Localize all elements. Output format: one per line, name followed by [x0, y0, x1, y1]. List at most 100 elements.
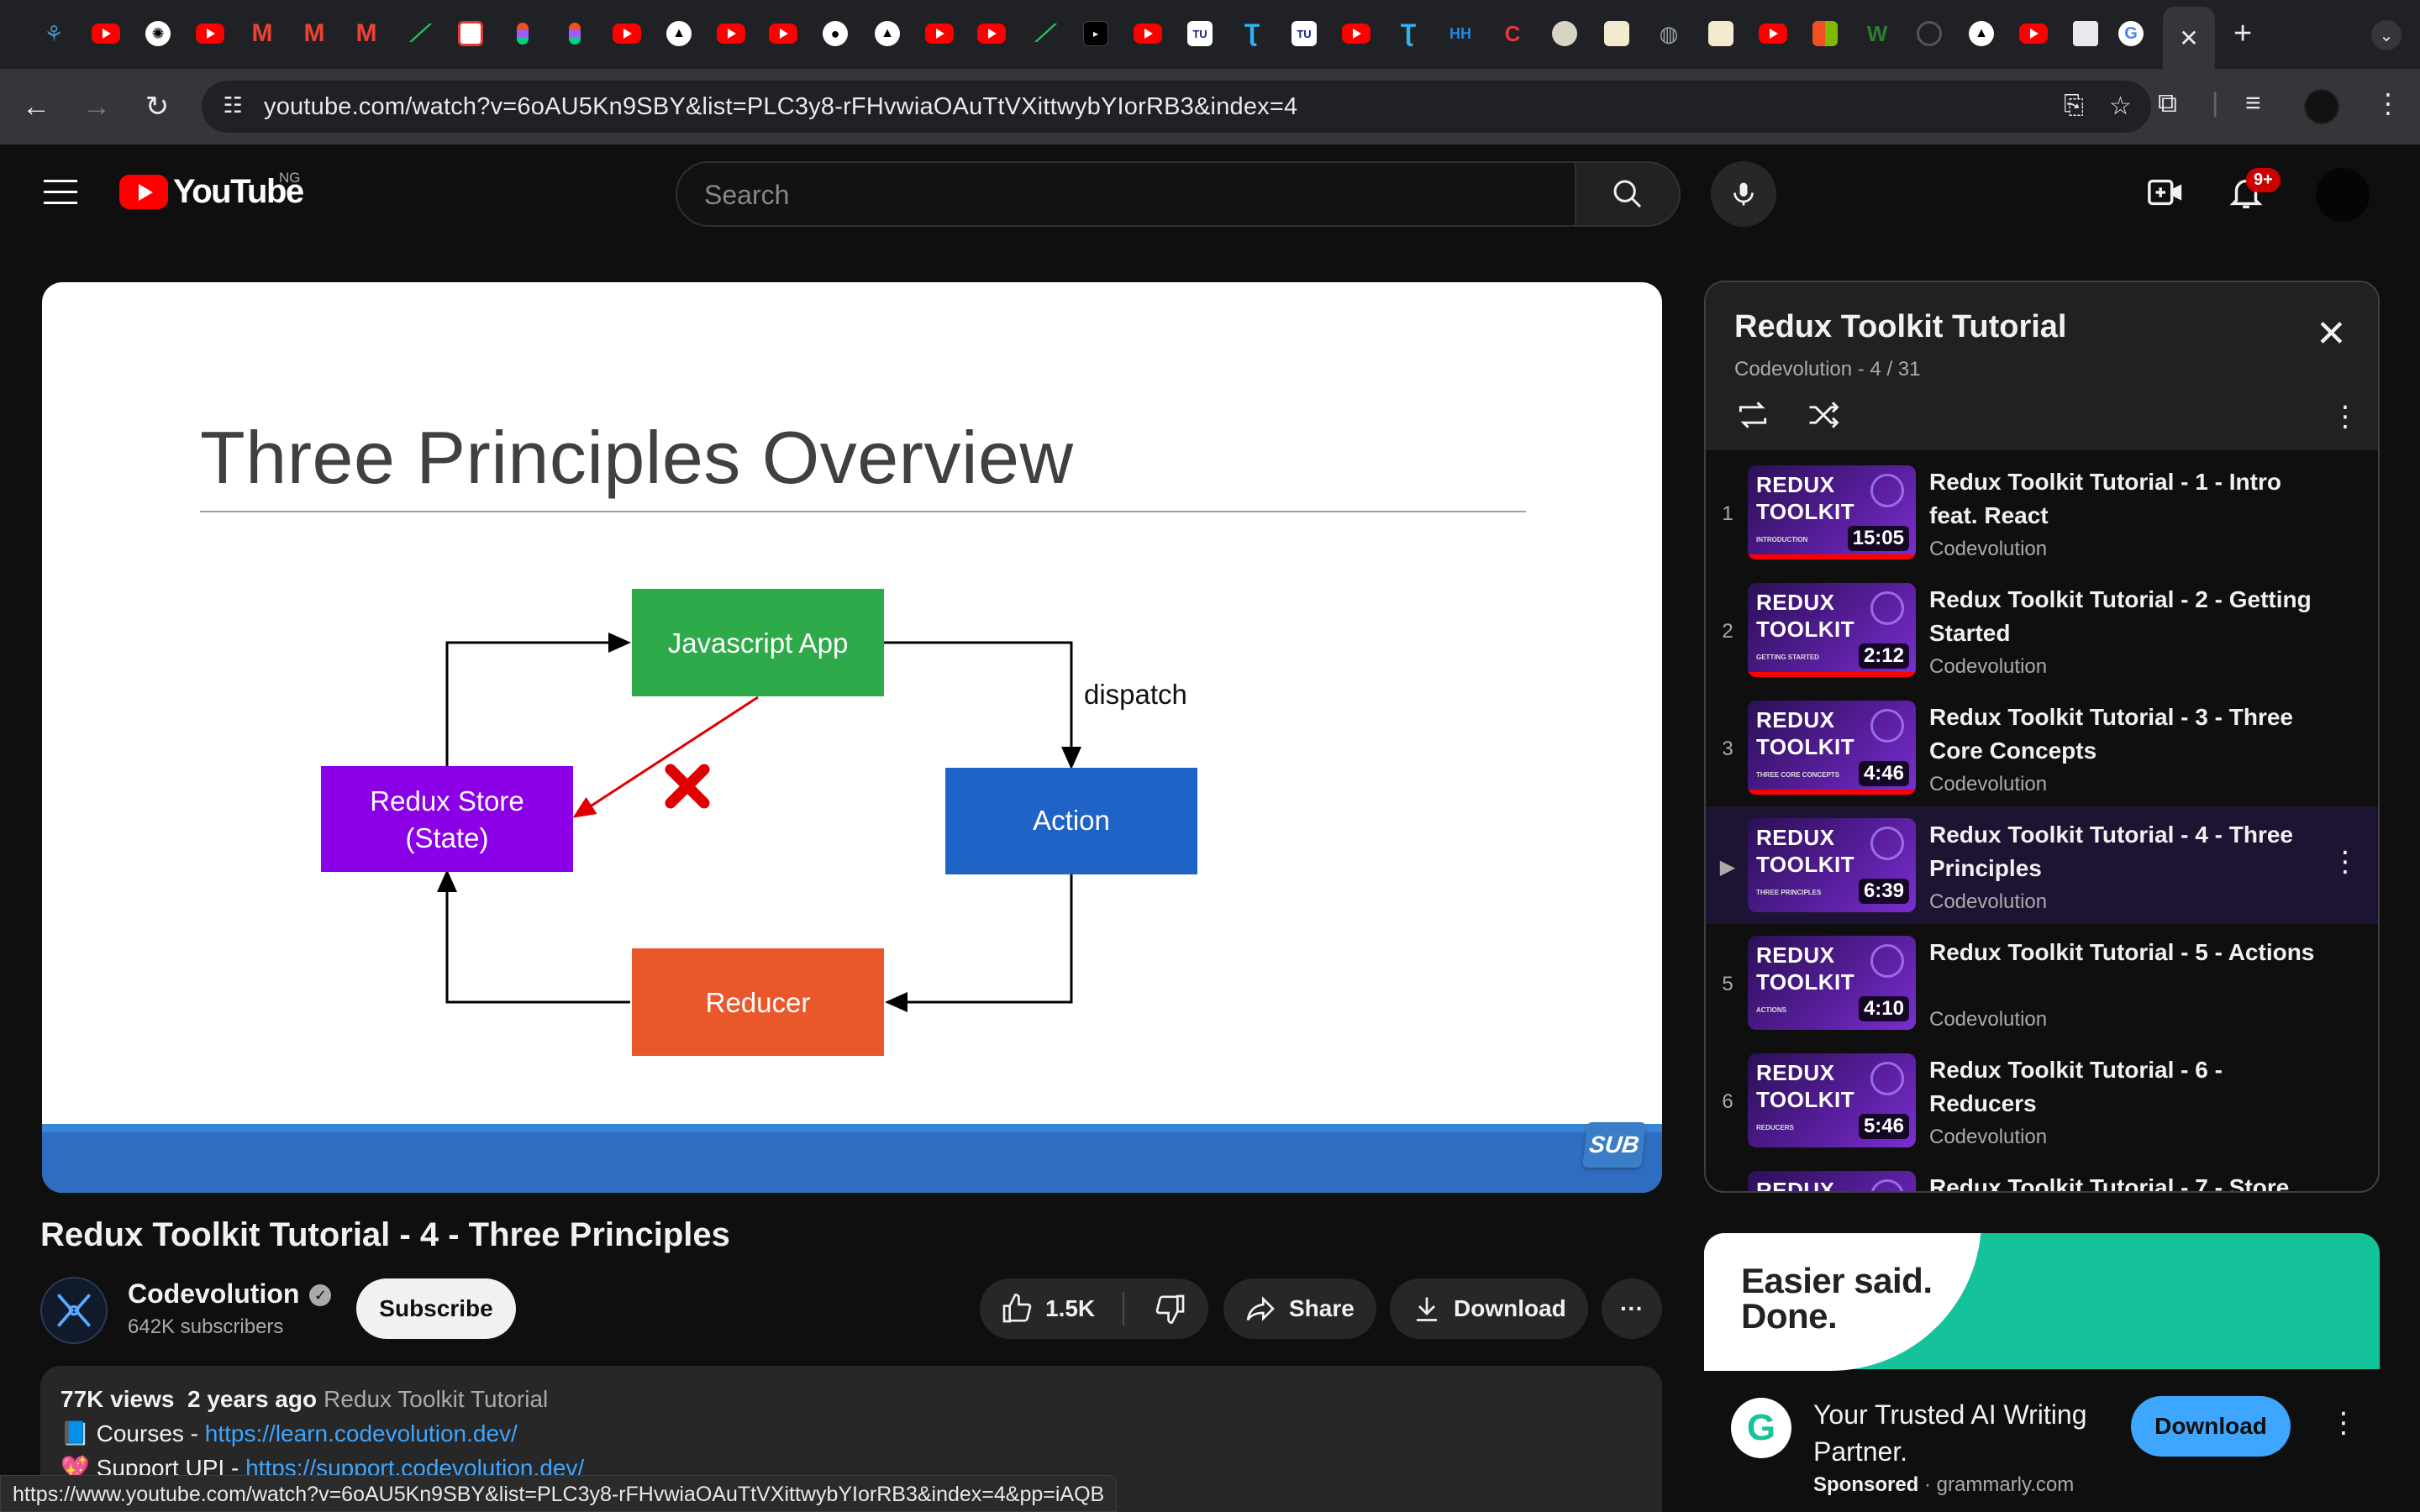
account-avatar[interactable] — [2316, 168, 2370, 222]
playlist-item-thumbnail[interactable]: REDUXTOOLKIT — [1748, 1171, 1916, 1191]
playlist-item-title[interactable]: Redux Toolkit Tutorial - 2 - Getting Sta… — [1929, 583, 2324, 650]
tab-youtube[interactable] — [970, 12, 1013, 55]
tab-globe[interactable]: ◍ — [1647, 12, 1691, 55]
tab-youtube[interactable] — [605, 12, 649, 55]
tab-google[interactable]: G — [2109, 12, 2153, 55]
subscribe-watermark[interactable]: SUB — [1582, 1122, 1646, 1168]
tab-github[interactable]: ● — [813, 12, 857, 55]
playlist-item-thumbnail[interactable]: REDUX TOOLKIT GETTING STARTED 2:12 — [1748, 583, 1916, 677]
playlist-item-title[interactable]: Redux Toolkit Tutorial - 7 - Store — [1929, 1171, 2324, 1191]
ad-menu-icon[interactable]: ⋮ — [2329, 1406, 2358, 1440]
tab-youtube[interactable] — [761, 12, 805, 55]
tab-openai[interactable]: ✺ — [136, 12, 180, 55]
tab-doc[interactable] — [1699, 12, 1743, 55]
tab-tu[interactable]: TU — [1178, 12, 1222, 55]
video-player[interactable]: Three Principles Overview Javascript App… — [42, 282, 1662, 1193]
playlist-item[interactable]: 1 REDUX TOOLKIT INTRODUCTION 15:05 Redux Tool… — [1706, 454, 2378, 571]
tab-youtube[interactable] — [918, 12, 961, 55]
new-tab-button[interactable]: + — [2233, 15, 2252, 52]
forward-arrow-icon[interactable]: → — [76, 86, 118, 128]
youtube-logo[interactable]: YouTube NG — [119, 170, 304, 211]
close-tab-icon[interactable]: ✕ — [2179, 24, 2198, 52]
extensions-icon[interactable]: ⧉ — [2158, 87, 2177, 119]
playlist-menu-icon[interactable]: ⋮ — [2331, 400, 2360, 433]
playlist-item[interactable]: REDUXTOOLKIT Redux Toolkit Tutorial - 7 -… — [1706, 1159, 2378, 1191]
media-controls-icon[interactable]: ≡ — [2245, 87, 2261, 118]
playlist-item[interactable]: 3 REDUX TOOLKIT THREE CORE CONCEPTS 4:46 Redu… — [1706, 689, 2378, 806]
tab-gmail[interactable]: M — [345, 12, 388, 55]
like-button[interactable]: 1.5K — [980, 1278, 1124, 1339]
tab-triangle[interactable]: ▲ — [1960, 12, 2003, 55]
tab-microsoft[interactable] — [1803, 12, 1847, 55]
tab-chart[interactable]: ⟋ — [397, 12, 440, 55]
active-tab[interactable]: ✕ — [2163, 7, 2215, 69]
tab-terminal[interactable]: ▸ — [1074, 12, 1118, 55]
reload-icon[interactable]: ↻ — [136, 86, 178, 128]
profile-avatar[interactable] — [2304, 89, 2339, 124]
install-app-icon[interactable]: ⎘ — [2064, 92, 2084, 120]
tab-gmail[interactable]: M — [292, 12, 336, 55]
playlist-item-thumbnail[interactable]: REDUX TOOLKIT THREE PRINCIPLES 6:39 — [1748, 818, 1916, 912]
channel-name[interactable]: Codevolution ✓ — [128, 1278, 332, 1310]
close-playlist-icon[interactable]: ✕ — [2316, 312, 2347, 355]
playlist-item-title[interactable]: Redux Toolkit Tutorial - 6 - Reducers — [1929, 1053, 2324, 1121]
tab-youtube[interactable] — [709, 12, 753, 55]
courses-link[interactable]: https://learn.codevolution.dev/ — [205, 1420, 518, 1446]
hamburger-menu-icon[interactable] — [44, 180, 77, 213]
playlist-item-thumbnail[interactable]: REDUX TOOLKIT ACTIONS 4:10 — [1748, 936, 1916, 1030]
tab-torchbox[interactable]: Ʈ — [1386, 12, 1430, 55]
tab-youtube[interactable] — [1334, 12, 1378, 55]
voice-search-button[interactable] — [1711, 161, 1776, 227]
tab-youtube[interactable] — [1126, 12, 1170, 55]
tab-hh[interactable]: HH — [1439, 12, 1482, 55]
browser-menu-icon[interactable]: ⋮ — [2375, 87, 2402, 119]
sponsored-ad[interactable]: Easier said. Done. G Your Trusted AI Wri… — [1704, 1233, 2380, 1512]
playlist-item[interactable]: 6 REDUX TOOLKIT REDUCERS 5:46 Redux Toolkit T… — [1706, 1042, 2378, 1159]
tab-round[interactable] — [1543, 12, 1586, 55]
ad-download-button[interactable]: Download — [2131, 1396, 2291, 1457]
tab-torchbox[interactable]: Ʈ — [1230, 12, 1274, 55]
tab-w[interactable]: W — [1855, 12, 1899, 55]
grammarly-logo-icon[interactable]: G — [1731, 1398, 1791, 1458]
playlist-item-menu-icon[interactable]: ⋮ — [2331, 845, 2360, 879]
tab-triangle[interactable]: ▲ — [865, 12, 909, 55]
address-bar[interactable]: ☷ youtube.com/watch?v=6oAU5Kn9SBY&list=P… — [202, 81, 2151, 133]
more-actions-button[interactable]: ··· — [1602, 1278, 1662, 1339]
tab-chart[interactable]: ⟋ — [1022, 12, 1065, 55]
playlist-item-thumbnail[interactable]: REDUX TOOLKIT INTRODUCTION 15:05 — [1748, 465, 1916, 559]
back-arrow-icon[interactable]: ← — [15, 86, 57, 128]
playlist-item-thumbnail[interactable]: REDUX TOOLKIT REDUCERS 5:46 — [1748, 1053, 1916, 1147]
tab-calendar[interactable] — [449, 12, 492, 55]
tab-doc[interactable] — [1595, 12, 1639, 55]
tab-figma[interactable] — [501, 12, 544, 55]
playlist-item-title[interactable]: Redux Toolkit Tutorial - 1 - Intro feat.… — [1929, 465, 2324, 533]
tab-python-icon[interactable]: ⚘ — [32, 12, 76, 55]
playlist-item-title[interactable]: Redux Toolkit Tutorial - 4 - Three Princ… — [1929, 818, 2324, 885]
tab-cube[interactable] — [2064, 12, 2107, 55]
loop-playlist-icon[interactable] — [1734, 396, 1771, 433]
share-button[interactable]: Share — [1223, 1278, 1376, 1339]
tab-tu[interactable]: TU — [1282, 12, 1326, 55]
playlist-item[interactable]: 2 REDUX TOOLKIT GETTING STARTED 2:12 Redux To… — [1706, 571, 2378, 689]
tab-youtube[interactable] — [84, 12, 128, 55]
tab-c[interactable]: C — [1491, 12, 1534, 55]
download-button[interactable]: Download — [1390, 1278, 1588, 1339]
subscribe-button[interactable]: Subscribe — [356, 1278, 516, 1339]
playlist-title[interactable]: Redux Toolkit Tutorial — [1734, 309, 2066, 345]
tab-loading[interactable] — [1907, 12, 1951, 55]
playlist-item-thumbnail[interactable]: REDUX TOOLKIT THREE CORE CONCEPTS 4:46 — [1748, 701, 1916, 795]
tab-gmail[interactable]: M — [240, 12, 284, 55]
tab-youtube[interactable] — [2012, 12, 2055, 55]
tab-triangle[interactable]: ▲ — [657, 12, 701, 55]
playlist-item-title[interactable]: Redux Toolkit Tutorial - 3 - Three Core … — [1929, 701, 2324, 768]
tab-youtube[interactable] — [1751, 12, 1795, 55]
channel-avatar[interactable] — [40, 1277, 108, 1344]
search-input[interactable]: Search — [676, 161, 1576, 227]
bookmark-star-icon[interactable]: ☆ — [2109, 92, 2132, 121]
create-video-icon[interactable] — [2146, 173, 2185, 212]
tab-youtube[interactable] — [188, 12, 232, 55]
site-settings-icon[interactable]: ☷ — [218, 92, 247, 121]
playlist-item[interactable]: ▶ REDUX TOOLKIT THREE PRINCIPLES 6:39 Redux T… — [1706, 806, 2378, 924]
tab-figma[interactable] — [553, 12, 597, 55]
dislike-button[interactable] — [1133, 1278, 1208, 1339]
